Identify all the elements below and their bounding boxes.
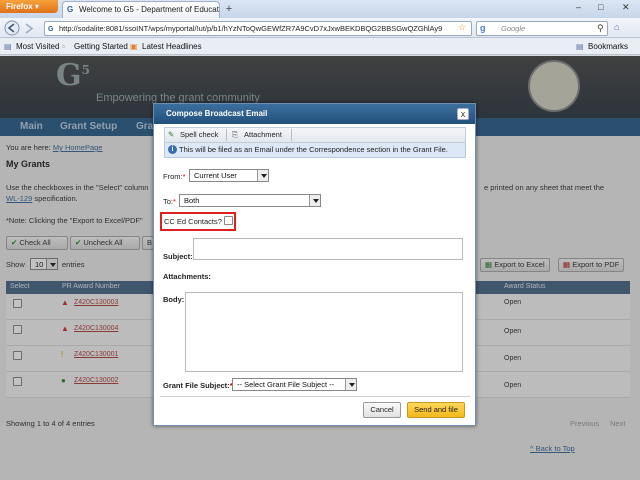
body-field[interactable] <box>185 292 463 372</box>
minimize-icon[interactable]: – <box>576 2 581 12</box>
close-window-icon[interactable]: ✕ <box>622 2 630 13</box>
search-icon[interactable]: ⚲ <box>597 23 604 34</box>
home-icon[interactable]: ⌂ <box>614 22 619 32</box>
site-favicon-icon: G <box>67 5 74 14</box>
firefox-menu-button[interactable]: Firefox ▾ <box>0 0 58 13</box>
paperclip-icon: ⎘ <box>232 130 238 139</box>
bookmark-star-icon[interactable]: ☆ <box>458 22 466 33</box>
grant-file-subject-label: Grant File Subject:* <box>163 381 233 390</box>
bookmark-folder-icon: ▤ <box>4 42 12 51</box>
subject-field[interactable] <box>193 238 463 260</box>
site-identity-icon: G <box>48 26 54 33</box>
info-icon: i <box>168 145 177 154</box>
subject-label: Subject: <box>163 252 193 261</box>
dialog-close-button[interactable]: x <box>457 108 469 120</box>
attachment-button[interactable]: ⎘ Attachment <box>232 129 282 141</box>
bookmarks-menu[interactable]: ▤ Bookmarks <box>576 41 628 52</box>
new-tab-button[interactable]: + <box>222 3 236 16</box>
send-and-file-button[interactable]: Send and file <box>407 402 465 418</box>
google-icon: g <box>480 23 486 33</box>
toolbar-divider <box>226 129 227 141</box>
page-icon: ▫ <box>62 42 65 51</box>
firefox-menu-label: Firefox <box>6 2 33 11</box>
rss-feed-icon: ▣ <box>130 42 138 51</box>
grant-file-subject-select[interactable]: -- Select Grant File Subject -- <box>232 378 357 391</box>
bookmarks-icon: ▤ <box>576 42 584 51</box>
from-label: From:* <box>163 172 186 181</box>
cancel-button[interactable]: Cancel <box>363 402 401 418</box>
dialog-divider <box>160 396 470 397</box>
spell-check-button[interactable]: ✎ Spell check <box>168 129 218 141</box>
to-select[interactable]: Both <box>179 194 321 207</box>
bookmark-getting-started[interactable]: ▫ Getting Started <box>62 41 128 52</box>
bookmark-latest-headlines[interactable]: ▣ Latest Headlines <box>130 41 202 52</box>
forward-icon[interactable] <box>22 22 36 35</box>
tab-title: Welcome to G5 - Department of Educati... <box>79 5 220 14</box>
browser-tab[interactable]: G Welcome to G5 - Department of Educati.… <box>62 1 220 18</box>
bookmark-most-visited[interactable]: ▤ Most Visited <box>4 41 59 52</box>
window-controls: – □ ✕ <box>568 0 640 14</box>
cc-ed-contacts-checkbox[interactable] <box>224 216 233 225</box>
body-label: Body: <box>163 295 185 304</box>
to-label: To:* <box>163 197 176 206</box>
attachments-label: Attachments: <box>163 272 211 281</box>
from-select[interactable]: Current User <box>189 169 269 182</box>
toolbar-divider <box>291 129 292 141</box>
back-icon[interactable] <box>4 20 20 36</box>
maximize-icon[interactable]: □ <box>598 2 603 12</box>
url-text: http://sodalite:8081/ssoINT/wps/myportal… <box>59 24 443 33</box>
url-bar[interactable]: G http://sodalite:8081/ssoINT/wps/myport… <box>44 21 472 36</box>
search-box[interactable]: g Google <box>476 21 608 36</box>
info-text: This will be filed as an Email under the… <box>179 145 448 154</box>
spell-check-icon: ✎ <box>168 130 175 139</box>
search-placeholder: Google <box>501 24 526 33</box>
dialog-title: Compose Broadcast Email <box>154 104 475 124</box>
info-banner: i This will be filed as an Email under t… <box>164 143 466 158</box>
cc-ed-contacts-label: CC Ed Contacts? <box>164 217 222 226</box>
